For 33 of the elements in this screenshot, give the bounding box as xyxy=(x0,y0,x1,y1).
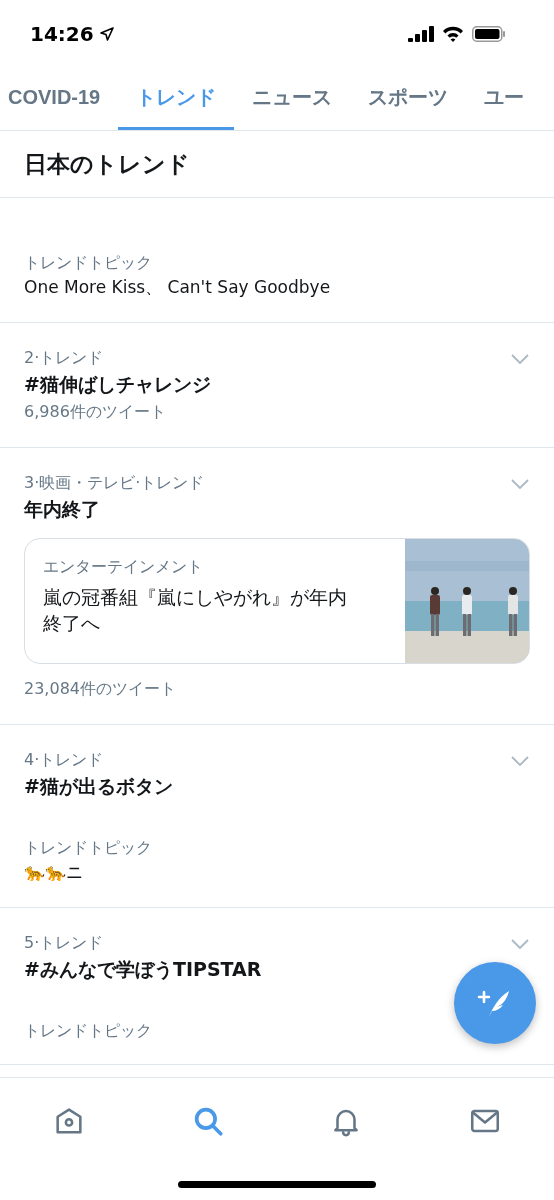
trend-title[interactable]: #猫が出るボタン xyxy=(24,771,173,801)
signal-icon xyxy=(408,26,434,42)
section-title: 日本のトレンド xyxy=(24,149,190,179)
category-tab[interactable]: ニュース xyxy=(234,68,351,130)
chevron-down-icon[interactable] xyxy=(510,938,530,950)
topic-label: トレンドトピック xyxy=(24,1020,153,1042)
trend-title[interactable]: #みんなで学ぼうTIPSTAR xyxy=(24,954,262,984)
card-headline: 嵐の冠番組『嵐にしやがれ』が年内終了へ xyxy=(43,585,348,636)
wifi-icon xyxy=(442,26,464,42)
battery-icon xyxy=(472,26,506,42)
category-tab[interactable]: スポーツ xyxy=(350,68,467,130)
trend-meta: 2·トレンド xyxy=(24,347,104,369)
trend-meta: 4·トレンド xyxy=(24,749,104,771)
trend-meta: 5·トレンド xyxy=(24,932,104,954)
trend-topic: One More Kiss、 Can't Say Goodbye xyxy=(24,276,332,299)
category-tab[interactable]: ユー xyxy=(466,68,543,130)
trend-title[interactable]: #猫伸ばしチャレンジ xyxy=(24,369,211,399)
tweet-count: 23,084件のツイート xyxy=(24,678,177,700)
topic-label: トレンドトピック xyxy=(24,837,153,859)
compose-button[interactable] xyxy=(454,962,536,1044)
chevron-down-icon[interactable] xyxy=(510,755,530,767)
news-card[interactable]: エンターテインメント 嵐の冠番組『嵐にしやがれ』が年内終了へ xyxy=(24,538,530,664)
chevron-down-icon[interactable] xyxy=(510,353,530,365)
status-time: 14:26 xyxy=(30,22,94,46)
trend-title[interactable]: 年内終了 xyxy=(24,494,100,524)
location-arrow-icon xyxy=(99,27,114,41)
tweet-count: 6,986件のツイート xyxy=(24,401,167,423)
category-tab[interactable]: COVID-19 xyxy=(0,68,119,130)
chevron-down-icon[interactable] xyxy=(510,478,530,490)
card-category: エンターテインメント xyxy=(43,557,204,578)
trend-meta: 3·映画・テレビ·トレンド xyxy=(24,472,205,494)
trend-topic: 🐆🐆ニ xyxy=(24,861,84,884)
topic-label: トレンドトピック xyxy=(24,252,153,274)
